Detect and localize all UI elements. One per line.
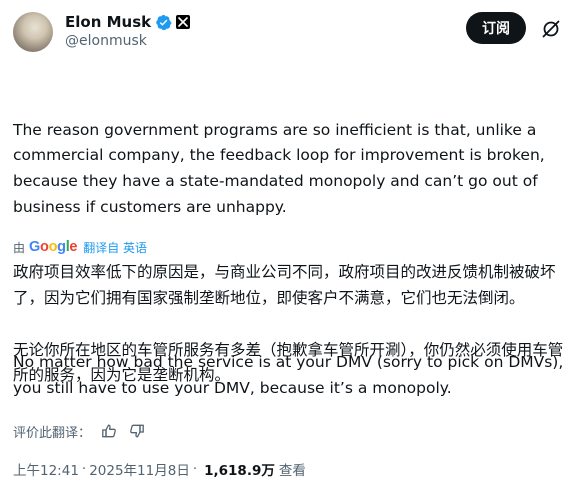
tweet-header: Elon Musk @elonmusk 订阅 — [13, 12, 574, 52]
avatar[interactable] — [13, 12, 53, 52]
translated-text: 政府项目效率低下的原因是，与商业公司不同，政府项目的改进反馈机制被破坏了，因为它… — [13, 260, 578, 389]
translation-attribution: 由 Google 翻译自 英语 — [13, 238, 147, 256]
translated-by-label: 由 — [13, 240, 26, 255]
subscribe-button[interactable]: 订阅 — [466, 12, 526, 44]
tweet-paragraph: The reason government programs are so in… — [13, 120, 550, 216]
meta-separator: · — [192, 461, 198, 477]
thumbs-down-icon[interactable] — [127, 421, 147, 441]
views-label: 查看 — [278, 463, 306, 479]
translated-paragraph: 政府项目效率低下的原因是，与商业公司不同，政府项目的改进反馈机制被破坏了，因为它… — [13, 263, 556, 307]
meta-separator: · — [81, 461, 87, 477]
translated-from-link[interactable]: 翻译自 英语 — [83, 239, 147, 256]
tweet-date[interactable]: 2025年11月8日 — [89, 459, 190, 479]
name-row: Elon Musk — [65, 12, 191, 32]
translated-paragraph: 无论你所在地区的车管所服务有多差（抱歉拿车管所开涮），你仍然必须使用车管所的服务… — [13, 340, 564, 385]
verified-badge-icon — [155, 14, 172, 31]
grok-icon[interactable] — [540, 18, 562, 40]
author-block: Elon Musk @elonmusk — [65, 12, 191, 52]
view-count[interactable]: 1,618.9万 — [204, 459, 275, 479]
tweet-meta: 上午12:41 · 2025年11月8日 · 1,618.9万 查看 — [13, 459, 306, 479]
rate-translation-row: 评价此翻译： — [13, 421, 147, 441]
x-logo-icon[interactable] — [176, 15, 191, 29]
tweet-time[interactable]: 上午12:41 — [13, 459, 79, 479]
rate-translation-label: 评价此翻译： — [13, 425, 92, 441]
handle[interactable]: @elonmusk — [65, 33, 190, 51]
google-logo: Google — [29, 239, 78, 255]
display-name[interactable]: Elon Musk — [65, 13, 151, 31]
tweet: Elon Musk @elonmusk 订阅 The reason govern… — [0, 0, 587, 485]
thumbs-up-icon[interactable] — [99, 421, 119, 441]
